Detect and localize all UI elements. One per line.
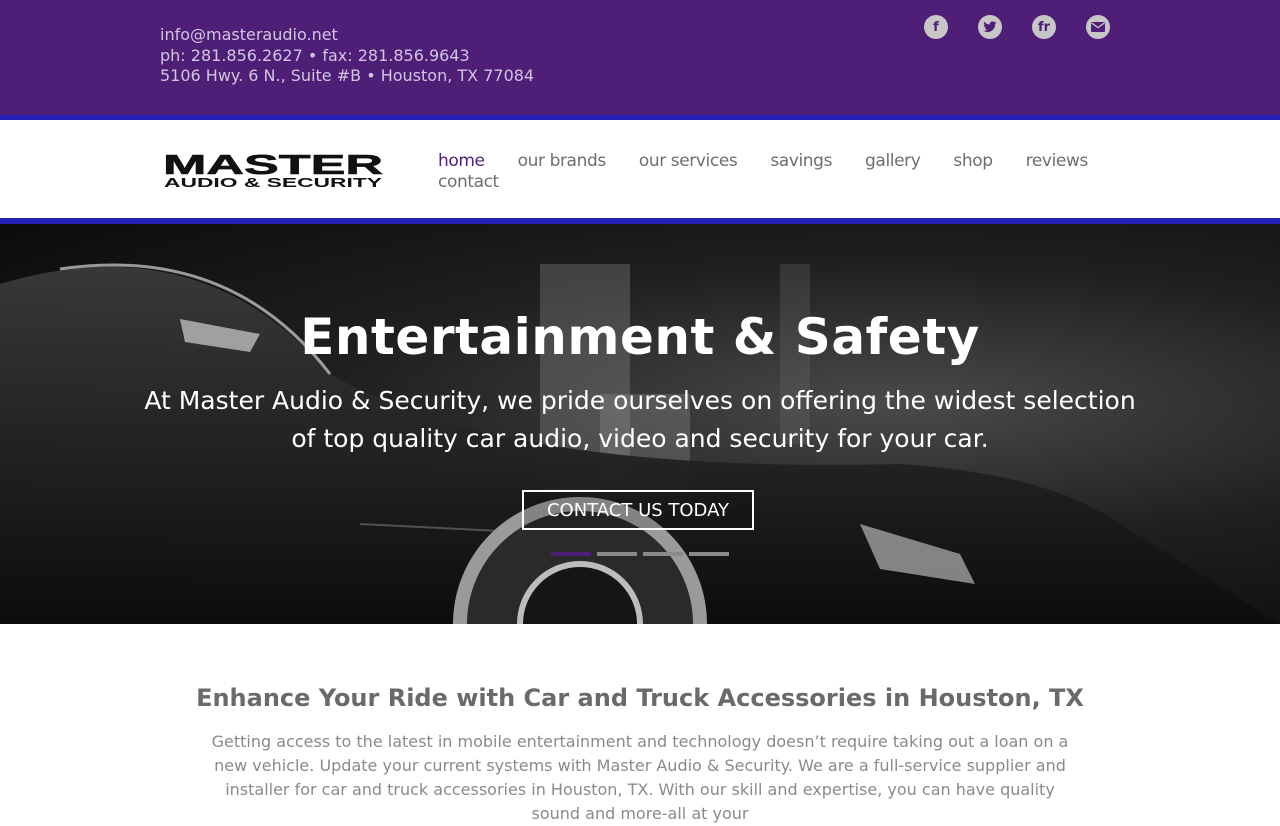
slider-dots bbox=[551, 552, 729, 556]
logo-line2: AUDIO & SECURITY bbox=[164, 176, 383, 190]
hero-title: Entertainment & Safety bbox=[300, 308, 980, 366]
facebook-icon: f bbox=[933, 19, 939, 35]
twitter-link[interactable] bbox=[978, 15, 1002, 39]
address-text: 5106 Hwy. 6 N., Suite #B • Houston, TX 7… bbox=[160, 66, 535, 85]
slider-dot-2[interactable] bbox=[597, 552, 637, 556]
top-contact-bar: info@masteraudio.net ph: 281.856.2627 • … bbox=[0, 0, 1280, 120]
intro-section: Enhance Your Ride with Car and Truck Acc… bbox=[0, 624, 1280, 826]
phone-fax-text: ph: 281.856.2627 • fax: 281.856.9643 bbox=[160, 45, 470, 65]
nav-shop[interactable]: shop bbox=[953, 151, 993, 172]
master-audio-logo[interactable]: MASTER AUDIO & SECURITY bbox=[162, 152, 384, 190]
twitter-icon bbox=[983, 21, 997, 32]
email-link[interactable] bbox=[1086, 15, 1110, 39]
main-nav: home our brands our services savings gal… bbox=[438, 151, 1098, 193]
facebook-link[interactable]: f bbox=[924, 15, 948, 39]
nav-our-brands[interactable]: our brands bbox=[518, 151, 607, 172]
hero-slider: Entertainment & Safety At Master Audio &… bbox=[0, 224, 1280, 624]
intro-heading: Enhance Your Ride with Car and Truck Acc… bbox=[196, 684, 1084, 712]
hero-subtitle: At Master Audio & Security, we pride our… bbox=[144, 386, 1136, 453]
contact-us-button[interactable]: CONTACT US TODAY bbox=[522, 490, 754, 530]
friendfeed-link[interactable]: fr bbox=[1032, 15, 1056, 39]
nav-reviews[interactable]: reviews bbox=[1026, 151, 1089, 172]
contact-info: info@masteraudio.net ph: 281.856.2627 • … bbox=[160, 25, 534, 87]
social-links: f fr bbox=[924, 15, 1110, 39]
email-text[interactable]: info@masteraudio.net bbox=[160, 25, 534, 46]
slider-dot-3[interactable] bbox=[643, 552, 683, 556]
nav-our-services[interactable]: our services bbox=[639, 151, 738, 172]
nav-savings[interactable]: savings bbox=[770, 151, 832, 172]
email-icon bbox=[1091, 22, 1105, 32]
nav-gallery[interactable]: gallery bbox=[865, 151, 921, 172]
friendfeed-icon: fr bbox=[1037, 19, 1051, 35]
intro-body: Getting access to the latest in mobile e… bbox=[211, 732, 1069, 823]
nav-contact[interactable]: contact bbox=[438, 172, 499, 193]
slider-dot-4[interactable] bbox=[689, 552, 729, 556]
main-header: MASTER AUDIO & SECURITY home our brands … bbox=[0, 120, 1280, 224]
nav-home[interactable]: home bbox=[438, 151, 485, 172]
slider-dot-1[interactable] bbox=[551, 552, 591, 556]
